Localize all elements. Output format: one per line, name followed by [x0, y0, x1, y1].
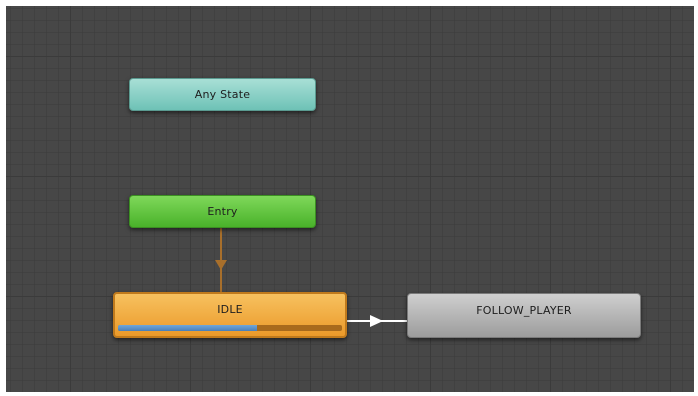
state-node-entry[interactable]: Entry	[129, 195, 316, 228]
state-progress-bar	[118, 325, 342, 331]
state-label-idle: IDLE	[217, 303, 243, 316]
state-node-idle[interactable]: IDLE	[113, 292, 347, 338]
animator-graph-canvas[interactable]: Any State Entry IDLE FOLLOW_PLAYER	[6, 6, 694, 392]
state-node-any-state[interactable]: Any State	[129, 78, 316, 111]
transition-arrow-idle-to-follow-player	[370, 315, 383, 327]
state-label-entry: Entry	[207, 205, 238, 218]
state-node-follow-player[interactable]: FOLLOW_PLAYER	[407, 293, 641, 338]
state-label-follow-player: FOLLOW_PLAYER	[476, 304, 572, 317]
state-label-any-state: Any State	[194, 88, 251, 101]
transition-arrow-entry-to-idle	[215, 260, 227, 270]
state-progress-fill	[118, 325, 257, 331]
